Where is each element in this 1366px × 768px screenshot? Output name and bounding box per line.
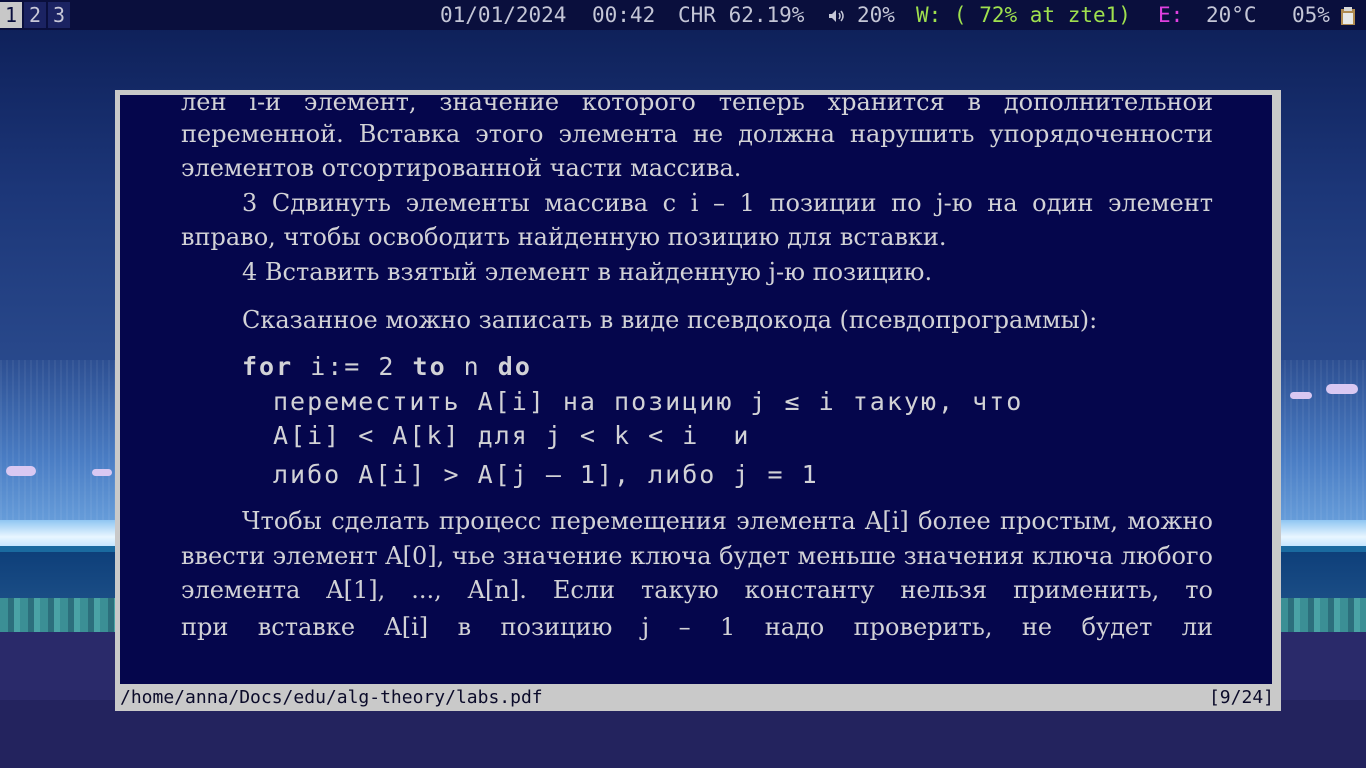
text-line: вправо, чтобы освободить найденную позиц… (181, 223, 947, 251)
wifi-status: W: ( 72% at zte1) (916, 3, 1131, 27)
text-line: Чтобы сделать процесс перемещения элемен… (242, 507, 1213, 535)
workspace-1-button[interactable]: 1 (0, 2, 22, 28)
pseudocode-line-4: либо A[i] > A[j – 1], либо j = 1 (273, 460, 819, 489)
ethernet-status: E: (1158, 3, 1184, 27)
pseudocode-line-2: переместить A[i] на позицию j ≤ i такую,… (273, 387, 1024, 416)
pseudocode-line-1: for i:= 2 to n do (242, 351, 532, 383)
date-text: 01/01/2024 (440, 3, 567, 27)
cloud-left-1 (6, 466, 36, 476)
file-path: /home/anna/Docs/edu/alg-theory/labs.pdf (120, 687, 543, 708)
workspace-3-button[interactable]: 3 (48, 2, 70, 28)
text-line: лен i-й элемент, значение которого тепер… (181, 95, 1213, 116)
text-line: ввести элемент A[0], чье значение ключа … (181, 542, 1213, 570)
text-line: 4 Вставить взятый элемент в найденную j-… (242, 258, 933, 286)
time-text: 00:42 (592, 3, 656, 27)
cloud-left-2 (92, 469, 112, 476)
loop-end: n (446, 352, 498, 381)
viewer-status-line: /home/anna/Docs/edu/alg-theory/labs.pdf … (115, 684, 1281, 711)
status-bar: 1 2 3 01/01/2024 00:42 CHR 62.19% 20% W:… (0, 0, 1366, 30)
text-line: 3 Сдвинуть элементы массива с i – 1 пози… (242, 189, 1213, 217)
workspace-2-button[interactable]: 2 (24, 2, 46, 28)
loop-var: i:= 2 (293, 352, 413, 381)
text-line: элементов отсортированной части массива. (181, 154, 742, 182)
text-line: при вставке A[i] в позицию j – 1 надо пр… (181, 613, 1213, 641)
battery-status: CHR 62.19% (678, 3, 805, 27)
cloud-right-2 (1290, 392, 1312, 399)
page-indicator: [9/24] (1208, 687, 1274, 708)
volume-level: 20% (857, 3, 895, 27)
cpu-usage: 05% (1292, 3, 1330, 27)
clipboard-icon[interactable] (1340, 0, 1356, 30)
keyword-to: to (412, 352, 447, 381)
pseudocode-line-3: A[i] < A[k] для j < k < i и (273, 421, 751, 450)
text-line: переменной. Вставка этого элемента не до… (181, 120, 1213, 148)
pdf-page[interactable]: лен i-й элемент, значение которого тепер… (120, 95, 1272, 684)
text-line: Сказанное можно записать в виде псевдоко… (242, 306, 1098, 334)
cloud-right-1 (1326, 384, 1358, 394)
temperature-text: 20°C (1206, 3, 1257, 27)
text-line: элемента A[1], ..., A[n]. Если такую кон… (181, 576, 1213, 604)
pdf-viewer-window: лен i-й элемент, значение которого тепер… (115, 90, 1281, 711)
keyword-do: do (497, 352, 532, 381)
keyword-for: for (242, 352, 294, 381)
speaker-icon (828, 0, 844, 30)
